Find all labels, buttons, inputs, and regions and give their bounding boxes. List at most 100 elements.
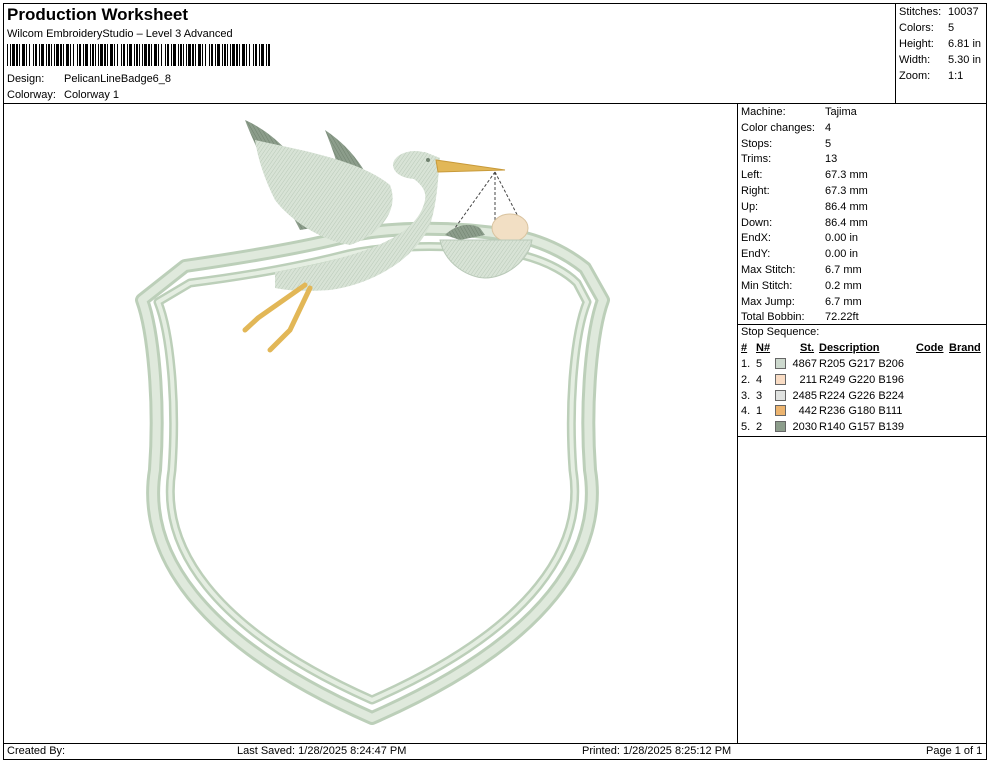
colorway-label: Colorway: — [7, 89, 56, 101]
stork-head — [393, 151, 437, 179]
stop-stitches: 2030 — [792, 421, 817, 434]
machine-info-row: Color changes: 4 — [741, 122, 981, 136]
col-description: Description — [819, 342, 880, 354]
info-value: 0.2 mm — [825, 279, 862, 292]
barcode — [7, 44, 270, 66]
info-value: 86.4 mm — [825, 200, 868, 213]
stork-legs — [242, 282, 313, 353]
info-label: Stops: — [741, 137, 773, 150]
machine-info-row: Max Stitch: 6.7 mm — [741, 264, 981, 278]
stop-sequence-title: Stop Sequence: — [741, 326, 820, 338]
front-wing — [255, 140, 393, 245]
shield-frame — [135, 221, 610, 725]
summary-value: 5.30 in — [948, 54, 982, 66]
stop-description: R236 G180 B111 — [819, 405, 903, 418]
info-value: 0.00 in — [825, 248, 859, 261]
stop-index: 3. — [741, 389, 751, 402]
info-label: Trims: — [741, 153, 772, 166]
color-swatch — [775, 405, 786, 417]
page-title: Production Worksheet — [7, 5, 189, 24]
summary-label: Zoom: — [899, 70, 931, 82]
stop-needle: 3 — [756, 389, 763, 402]
design-label: Design: — [7, 73, 45, 85]
info-value: 72.22ft — [825, 311, 859, 324]
info-label: Color changes: — [741, 121, 815, 134]
col-index: # — [741, 342, 748, 354]
info-label: Machine: — [741, 106, 786, 118]
machine-info-row: Total Bobbin: 72.22ft — [741, 311, 981, 325]
color-swatch — [775, 358, 786, 369]
stop-needle: 4 — [756, 373, 763, 386]
info-label: Down: — [741, 216, 773, 229]
machine-info-row: EndX: 0.00 in — [741, 232, 981, 246]
stop-index: 1. — [741, 358, 751, 370]
machine-info-row: EndY: 0.00 in — [741, 248, 981, 262]
col-stitches: St. — [800, 342, 815, 354]
info-value: 0.00 in — [825, 232, 859, 245]
stop-index: 4. — [741, 405, 751, 418]
machine-info-row: Machine: Tajima — [741, 106, 981, 120]
page-number: Page 1 of 1 — [926, 745, 983, 757]
summary-value: 10037 — [948, 6, 979, 18]
stop-index: 2. — [741, 373, 751, 386]
summary-value: 5 — [948, 22, 955, 34]
summary-label: Height: — [899, 38, 934, 50]
stop-stitches: 211 — [799, 373, 817, 386]
info-value: Tajima — [825, 106, 857, 118]
design-value: PelicanLineBadge6_8 — [64, 73, 172, 85]
summary-row: Colors: 5 — [899, 22, 985, 36]
stop-index: 5. — [741, 421, 751, 434]
info-value: 13 — [825, 153, 838, 166]
summary-label: Colors: — [899, 22, 934, 34]
machine-info-row: Down: 86.4 mm — [741, 217, 981, 231]
software-subtitle: Wilcom EmbroideryStudio – Level 3 Advanc… — [7, 28, 233, 40]
col-code: Code — [916, 342, 944, 354]
color-swatch — [775, 421, 786, 433]
info-value: 4 — [825, 121, 832, 134]
info-label: Up: — [741, 200, 759, 213]
stop-stitches: 4867 — [792, 358, 817, 370]
summary-row: Stitches: 10037 — [899, 6, 985, 20]
info-label: Left: — [741, 169, 763, 182]
summary-row: Height: 6.81 in — [899, 38, 985, 52]
info-label: Max Jump: — [741, 295, 795, 308]
machine-info-row: Up: 86.4 mm — [741, 201, 981, 215]
machine-info-row: Min Stitch: 0.2 mm — [741, 280, 981, 294]
stop-description: R205 G217 B206 — [819, 358, 905, 370]
info-value: 5 — [825, 137, 832, 150]
stop-stitches: 442 — [798, 405, 817, 418]
colorway-value: Colorway 1 — [64, 89, 120, 101]
printed-date: Printed: 1/28/2025 8:25:12 PM — [582, 745, 732, 757]
machine-info-row: Trims: 13 — [741, 153, 981, 167]
last-saved: Last Saved: 1/28/2025 8:24:47 PM — [237, 745, 407, 757]
info-label: EndX: — [741, 232, 771, 245]
embroidery-design-preview — [135, 120, 610, 725]
machine-info-row: Right: 67.3 mm — [741, 185, 981, 199]
stork-beak — [435, 159, 506, 173]
stop-description: R224 G226 B224 — [819, 389, 905, 402]
info-label: EndY: — [741, 248, 771, 261]
info-value: 6.7 mm — [825, 295, 862, 308]
color-swatch — [775, 373, 786, 385]
stop-stitches: 2485 — [792, 389, 817, 402]
stop-description: R140 G157 B139 — [819, 421, 905, 434]
colorway-row: Colorway: Colorway 1 — [7, 89, 119, 101]
col-needle: N# — [756, 342, 771, 354]
footer-frame — [3, 743, 987, 760]
stop-needle: 1 — [756, 405, 763, 418]
color-swatch — [775, 389, 786, 401]
stop-description: R249 G220 B196 — [819, 373, 905, 386]
machine-info-row: Left: 67.3 mm — [741, 169, 981, 183]
machine-info-row: Max Jump: 6.7 mm — [741, 296, 981, 310]
empty-panel-frame — [737, 436, 987, 744]
info-label: Max Stitch: — [741, 264, 796, 276]
info-value: 6.7 mm — [825, 264, 862, 276]
design-row: Design: PelicanLineBadge6_8 — [7, 73, 171, 85]
info-label: Min Stitch: — [741, 279, 793, 292]
info-value: 67.3 mm — [825, 185, 868, 197]
machine-info-row: Stops: 5 — [741, 138, 981, 152]
stop-needle: 2 — [756, 421, 763, 434]
summary-row: Width: 5.30 in — [899, 54, 985, 68]
created-by: Created By: — [7, 745, 66, 757]
summary-value: 6.81 in — [948, 38, 982, 50]
